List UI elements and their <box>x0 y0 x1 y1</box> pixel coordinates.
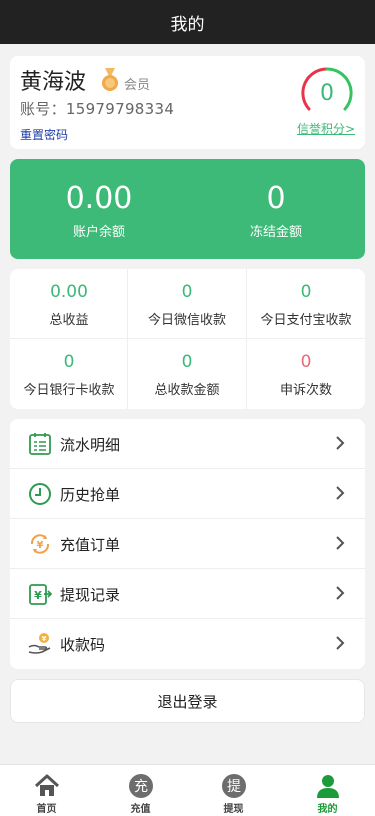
payment-code-icon: ¥ <box>28 633 51 654</box>
recharge-tab-icon: 充 <box>128 773 154 799</box>
credit-score-gauge: 0 <box>299 65 355 121</box>
tab-recharge[interactable]: 充 充值 <box>94 765 187 816</box>
menu-item-payment-code[interactable]: ¥ 收款码 <box>10 619 365 669</box>
chevron-right-icon <box>336 636 345 650</box>
account-balance-value: 0.00 <box>65 181 133 216</box>
clock-icon <box>29 483 51 505</box>
account-number: 账号：15979798334 <box>20 100 175 118</box>
stat-alipay-today: 0 今日支付宝收款 <box>247 269 365 339</box>
balance-card: 0.00 账户余额 0 冻结金额 <box>10 159 365 259</box>
stat-total-received: 0 总收款金额 <box>128 339 246 409</box>
stat-value: 0 <box>300 352 312 372</box>
stat-label: 总收益 <box>49 313 89 328</box>
frozen-amount: 0 冻结金额 <box>187 179 365 240</box>
stat-value: 0 <box>181 352 193 372</box>
reset-password-link[interactable]: 重置密码 <box>20 126 68 143</box>
credit-score-value: 0 <box>320 80 334 106</box>
svg-text:¥: ¥ <box>37 540 44 551</box>
profile-card: 黄海波 会员 账号：15979798334 重置密码 0 信誉积分> <box>10 56 365 149</box>
tab-withdraw[interactable]: 提 提现 <box>187 765 280 816</box>
recharge-icon: ¥ <box>30 534 50 554</box>
user-name: 黄海波 <box>20 70 87 95</box>
withdraw-icon: ¥ <box>29 584 52 605</box>
stat-appeal-count: 0 申诉次数 <box>247 339 365 409</box>
divider <box>246 269 247 409</box>
withdraw-badge: 提 <box>222 774 246 798</box>
divider <box>127 269 128 409</box>
stat-total-earnings: 0.00 总收益 <box>10 269 128 339</box>
menu-item-withdraw-records[interactable]: ¥ 提现记录 <box>10 569 365 619</box>
menu-item-history[interactable]: 历史抢单 <box>10 469 365 519</box>
logout-button[interactable]: 退出登录 <box>10 679 365 723</box>
frozen-amount-label: 冻结金额 <box>249 225 302 240</box>
menu-item-label: 收款码 <box>60 636 106 654</box>
bottom-tab-bar: 首页 充 充值 提 提现 我的 <box>0 764 375 816</box>
stat-label: 今日银行卡收款 <box>23 383 115 398</box>
stats-grid: 0.00 总收益 0 今日微信收款 0 今日支付宝收款 0 今日银行卡收款 0 … <box>10 269 365 409</box>
chevron-right-icon <box>336 486 345 500</box>
home-icon <box>34 774 60 796</box>
withdraw-tab-icon: 提 <box>221 773 247 799</box>
credit-score-link[interactable]: 信誉积分> <box>297 120 355 137</box>
stat-wechat-today: 0 今日微信收款 <box>128 269 246 339</box>
ledger-icon <box>29 433 51 455</box>
tab-label: 充值 <box>130 804 151 815</box>
chevron-right-icon <box>336 436 345 450</box>
tab-label: 我的 <box>317 804 338 815</box>
menu-item-label: 流水明细 <box>60 436 121 454</box>
chevron-right-icon <box>336 536 345 550</box>
menu-item-label: 历史抢单 <box>60 486 121 504</box>
menu-item-recharge-orders[interactable]: ¥ 充值订单 <box>10 519 365 569</box>
medal-icon <box>102 68 118 91</box>
account-balance: 0.00 账户余额 <box>10 179 188 240</box>
stat-label: 总收款金额 <box>154 383 220 398</box>
tab-home[interactable]: 首页 <box>0 765 93 816</box>
stat-bankcard-today: 0 今日银行卡收款 <box>10 339 128 409</box>
divider <box>10 338 365 339</box>
stat-value: 0.00 <box>50 282 88 302</box>
member-level: 会员 <box>124 78 151 93</box>
stat-value: 0 <box>181 282 193 302</box>
stat-label: 申诉次数 <box>279 383 332 398</box>
user-icon <box>317 775 339 798</box>
svg-text:¥: ¥ <box>42 635 47 643</box>
frozen-amount-value: 0 <box>266 181 286 216</box>
recharge-badge: 充 <box>129 774 153 798</box>
menu-item-ledger[interactable]: 流水明细 <box>10 419 365 469</box>
stat-value: 0 <box>300 282 312 302</box>
svg-text:¥: ¥ <box>34 589 42 602</box>
stat-value: 0 <box>63 352 75 372</box>
stat-label: 今日微信收款 <box>147 313 226 328</box>
page-header: 我的 <box>0 0 375 44</box>
menu-list: 流水明细 历史抢单 ¥ 充值订单 ¥ 提现记录 ¥ 收款码 <box>10 419 365 669</box>
tab-label: 提现 <box>223 804 244 815</box>
chevron-right-icon <box>336 586 345 600</box>
tab-label: 首页 <box>36 804 57 815</box>
menu-item-label: 提现记录 <box>60 586 121 604</box>
stat-label: 今日支付宝收款 <box>260 313 352 328</box>
menu-item-label: 充值订单 <box>60 536 121 554</box>
tab-mine[interactable]: 我的 <box>281 765 374 816</box>
page-title: 我的 <box>170 14 205 35</box>
account-balance-label: 账户余额 <box>72 225 125 240</box>
